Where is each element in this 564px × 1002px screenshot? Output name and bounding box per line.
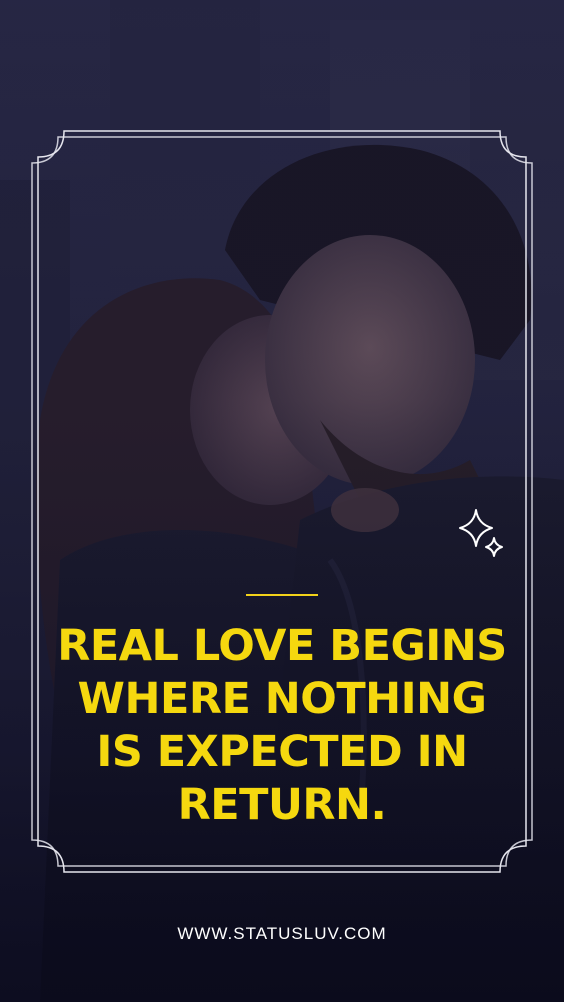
accent-divider bbox=[246, 594, 318, 596]
love-quote: REAL LOVE BEGINS WHERE NOTHING IS EXPECT… bbox=[40, 620, 524, 832]
quote-line-4: RETURN. bbox=[177, 780, 387, 830]
website-url: WWW.STATUSLUV.COM bbox=[177, 924, 387, 943]
love-quote-poster: REAL LOVE BEGINS WHERE NOTHING IS EXPECT… bbox=[0, 0, 564, 1002]
quote-line-3: IS EXPECTED IN bbox=[96, 727, 468, 777]
decorative-frame bbox=[31, 130, 533, 873]
sparkle-stars-icon bbox=[459, 509, 503, 557]
quote-line-1: REAL LOVE BEGINS bbox=[57, 621, 507, 671]
quote-line-2: WHERE NOTHING bbox=[77, 674, 487, 724]
